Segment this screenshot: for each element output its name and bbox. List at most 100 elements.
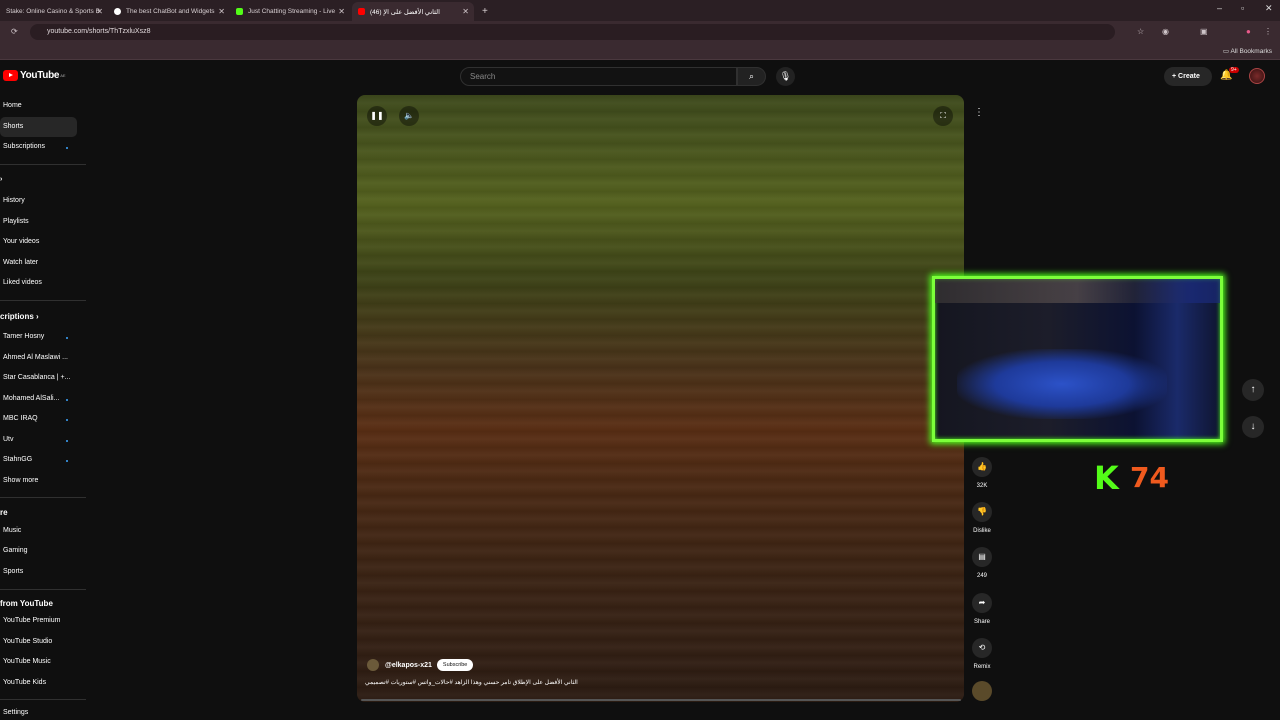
sidebar-item-label: Shorts bbox=[3, 123, 24, 130]
sidebar-item-label: Ahmed Al Maslawi ... bbox=[3, 354, 68, 361]
mic-icon: 🎙 bbox=[779, 71, 792, 81]
sidebar-item-label: Liked videos bbox=[3, 279, 42, 286]
thumbs-down-icon: 👎 bbox=[977, 507, 987, 516]
sidebar-item-label: Your videos bbox=[3, 238, 40, 245]
youtube-header: YouTube AE Search ⌕ 🎙 + Create 🔔 9+ bbox=[0, 61, 1280, 95]
bookmark-star-icon[interactable]: ☆ bbox=[1137, 27, 1144, 36]
comment-count: 249 bbox=[976, 573, 987, 579]
share-button[interactable]: ➦ bbox=[972, 593, 992, 613]
sidebar-item-star-casablanca[interactable]: Star Casablanca | +... bbox=[0, 368, 77, 388]
sidebar-item-label: Settings bbox=[3, 709, 29, 716]
sidebar-item-show-more[interactable]: Show more bbox=[0, 471, 77, 491]
sidebar-item-label: Playlists bbox=[3, 218, 29, 225]
sidebar-item-label: YouTube Studio bbox=[3, 638, 53, 645]
share-label: Share bbox=[973, 619, 990, 625]
like-button[interactable]: 👍 bbox=[972, 457, 992, 477]
pause-button[interactable]: ❚❚ bbox=[367, 106, 387, 126]
comments-button[interactable]: ▤ bbox=[972, 547, 992, 567]
youtube-logo[interactable]: YouTube AE bbox=[3, 70, 66, 81]
sidebar-divider bbox=[0, 300, 86, 301]
sound-avatar[interactable] bbox=[972, 681, 992, 701]
section-heading-label: criptions bbox=[0, 312, 34, 321]
browser-tab-kick[interactable]: Just Chatting Streaming - Live ✕ bbox=[230, 2, 350, 21]
subscriptions-heading[interactable]: criptions › bbox=[0, 312, 39, 321]
address-bar[interactable]: youtube.com/shorts/ThTzxluXsz8 bbox=[30, 24, 1115, 40]
new-content-dot bbox=[66, 440, 68, 442]
close-window-button[interactable]: ✕ bbox=[1265, 3, 1273, 14]
webcam-overlay bbox=[932, 276, 1223, 442]
you-section-chevron-icon[interactable]: › bbox=[0, 176, 2, 183]
url-text: youtube.com/shorts/ThTzxluXsz8 bbox=[47, 28, 151, 35]
tab-title: (46) الثاني الأفضل على الإ bbox=[370, 8, 440, 16]
sidebar-item-ahmed-al-maslawi[interactable]: Ahmed Al Maslawi ... bbox=[0, 348, 77, 368]
sidebar-item-label: Mohamed AlSali... bbox=[3, 395, 60, 402]
sidebar-item-label: Gaming bbox=[3, 547, 28, 554]
menu-kebab-icon[interactable]: ⋮ bbox=[1264, 27, 1272, 36]
tab-title: The best ChatBot and Widgets bbox=[126, 8, 215, 15]
extension-icon[interactable]: ◉ bbox=[1162, 27, 1169, 36]
channel-avatar[interactable] bbox=[367, 659, 379, 671]
close-icon[interactable]: ✕ bbox=[96, 7, 103, 16]
chevron-right-icon: › bbox=[36, 312, 39, 321]
video-progress-bar[interactable] bbox=[361, 699, 961, 701]
like-count: 32K bbox=[976, 483, 988, 489]
volume-button[interactable]: 🔈 bbox=[399, 106, 419, 126]
previous-short-button[interactable]: ↑ bbox=[1242, 379, 1264, 401]
sidebar-item-youtube-kids[interactable]: YouTube Kids bbox=[0, 673, 77, 693]
more-options-icon[interactable]: ⋮ bbox=[974, 107, 984, 118]
thumbs-up-icon: 👍 bbox=[977, 462, 987, 471]
sidebar-item-liked-videos[interactable]: Liked videos bbox=[0, 273, 77, 293]
pause-icon: ❚❚ bbox=[370, 111, 384, 120]
sidebar-item-settings[interactable]: Settings bbox=[0, 706, 77, 720]
browser-toolbar: ⟳ youtube.com/shorts/ThTzxluXsz8 ☆ ◉ ▣ ●… bbox=[0, 21, 1280, 43]
maximize-button[interactable]: ▫ bbox=[1241, 3, 1244, 13]
search-input[interactable]: Search bbox=[460, 67, 737, 86]
search-icon: ⌕ bbox=[748, 71, 755, 81]
explore-heading: re bbox=[0, 508, 8, 517]
sidebar-item-shorts[interactable]: Shorts bbox=[0, 117, 77, 137]
create-label: Create bbox=[1178, 73, 1200, 80]
create-button[interactable]: + Create bbox=[1164, 67, 1212, 86]
voice-search-button[interactable]: 🎙 bbox=[776, 67, 795, 86]
sidebar-item-your-videos[interactable]: Your videos bbox=[0, 232, 77, 252]
minimize-button[interactable]: – bbox=[1217, 3, 1222, 13]
sidebar-item-youtube-premium[interactable]: YouTube Premium bbox=[0, 611, 77, 631]
remix-button[interactable]: ⟲ bbox=[972, 638, 992, 658]
fullscreen-button[interactable]: ⛶ bbox=[933, 106, 953, 126]
reload-icon[interactable]: ⟳ bbox=[11, 27, 18, 36]
close-icon[interactable]: ✕ bbox=[462, 7, 469, 16]
dislike-button[interactable]: 👎 bbox=[972, 502, 992, 522]
fullscreen-icon: ⛶ bbox=[940, 111, 946, 120]
browser-tab-stake[interactable]: Stake: Online Casino & Sports B ✕ bbox=[0, 2, 108, 21]
browser-tab-youtube[interactable]: (46) الثاني الأفضل على الإ ✕ bbox=[352, 2, 474, 21]
kick-favicon-icon bbox=[236, 8, 243, 15]
new-content-dot bbox=[66, 337, 68, 339]
sidebar-item-youtube-music[interactable]: YouTube Music bbox=[0, 652, 77, 672]
browser-tab-strip: Stake: Online Casino & Sports B ✕ The be… bbox=[0, 0, 1280, 21]
sidebar-item-sports[interactable]: Sports bbox=[0, 562, 77, 582]
sidebar-item-label: YouTube Music bbox=[3, 658, 51, 665]
all-bookmarks-button[interactable]: ▭ All Bookmarks bbox=[1223, 47, 1272, 55]
all-bookmarks-label: All Bookmarks bbox=[1230, 48, 1272, 55]
sidebar-item-playlists[interactable]: Playlists bbox=[0, 212, 77, 232]
sidebar-item-history[interactable]: History bbox=[0, 191, 77, 211]
sidebar-item-gaming[interactable]: Gaming bbox=[0, 541, 77, 561]
youtube-play-icon bbox=[3, 70, 18, 81]
new-tab-button[interactable]: + bbox=[476, 2, 494, 21]
sidebar-item-home[interactable]: Home bbox=[0, 96, 77, 116]
profile-icon[interactable]: ● bbox=[1246, 27, 1251, 36]
avatar[interactable] bbox=[1249, 68, 1265, 84]
extensions-puzzle-icon[interactable]: ▣ bbox=[1200, 27, 1208, 36]
channel-name[interactable]: @elkapos-x21 bbox=[385, 662, 432, 669]
short-title[interactable]: الثاني الأفضل على الإطلاق تامر حسني وهذا… bbox=[365, 679, 578, 686]
sidebar-item-youtube-studio[interactable]: YouTube Studio bbox=[0, 632, 77, 652]
search-button[interactable]: ⌕ bbox=[737, 67, 766, 86]
next-short-button[interactable]: ↓ bbox=[1242, 416, 1264, 438]
sidebar-item-music[interactable]: Music bbox=[0, 521, 77, 541]
short-video-player[interactable]: ❚❚ 🔈 ⛶ @elkapos-x21 Subscribe الثاني الأ… bbox=[357, 95, 964, 702]
subscribe-button[interactable]: Subscribe bbox=[436, 659, 474, 671]
close-icon[interactable]: ✕ bbox=[338, 7, 345, 16]
browser-tab-chatbot[interactable]: The best ChatBot and Widgets ✕ bbox=[108, 2, 230, 21]
close-icon[interactable]: ✕ bbox=[218, 7, 225, 16]
sidebar-item-watch-later[interactable]: Watch later bbox=[0, 253, 77, 273]
